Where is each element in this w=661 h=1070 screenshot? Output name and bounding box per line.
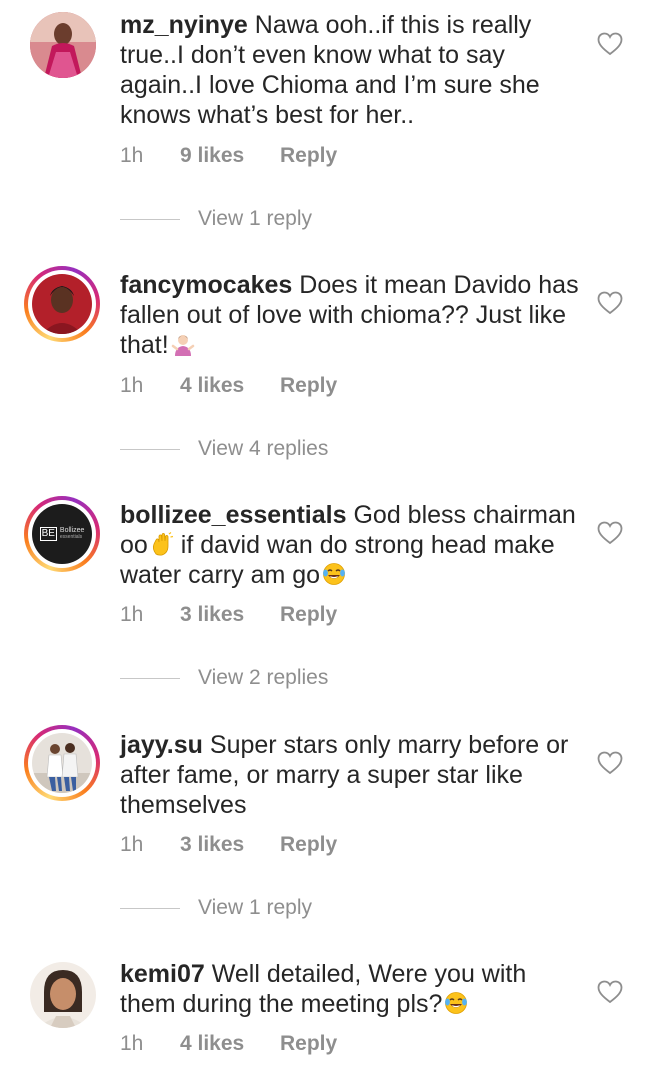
view-replies-label: View 1 reply (198, 207, 313, 230)
comment-username[interactable]: kemi07 (120, 960, 205, 988)
avatar-ring-gap (28, 729, 96, 797)
avatar-image (32, 733, 92, 793)
comment-likes[interactable]: 9 likes (180, 143, 280, 169)
comment-likes[interactable]: 3 likes (180, 602, 280, 628)
brand-sub: essentials (59, 534, 83, 540)
comment-username[interactable]: bollizee_essentials (120, 501, 347, 529)
view-replies-button[interactable]: View 4 replies (120, 434, 328, 464)
avatar-photo (32, 274, 92, 334)
comment-text: jayy.su Super stars only marry before or… (120, 730, 580, 820)
reply-button[interactable]: Reply (280, 602, 337, 628)
brand-logo-text: Bollizee essentials (60, 527, 85, 541)
comment-time: 1h (120, 144, 144, 167)
brand-logo: BE Bollizee essentials (39, 527, 85, 541)
avatar[interactable]: BE Bollizee essentials (24, 496, 100, 572)
comment-time: 1h (120, 603, 144, 626)
divider-line (120, 907, 180, 909)
comment-text: bollizee_essentials God bless chairman o… (120, 500, 580, 590)
comment-likes[interactable]: 4 likes (180, 1031, 280, 1057)
avatar-photo (30, 12, 96, 78)
avatar-image (32, 274, 92, 334)
comment-text: mz_nyinye Nawa ooh..if this is really tr… (120, 10, 580, 130)
comment-username[interactable]: jayy.su (120, 731, 203, 759)
heart-outline-icon[interactable] (597, 291, 623, 315)
view-replies-button[interactable]: View 1 reply (120, 204, 312, 234)
comment-meta: 1h 3 likes Reply (120, 602, 337, 628)
comment-meta: 1h 4 likes Reply (120, 373, 337, 399)
divider-line (120, 448, 180, 450)
view-replies-label: View 1 reply (198, 896, 313, 919)
reply-button[interactable]: Reply (280, 373, 337, 399)
comment-likes[interactable]: 4 likes (180, 373, 280, 399)
heart-outline-icon[interactable] (597, 751, 623, 775)
view-replies-button[interactable]: View 1 reply (120, 893, 312, 923)
comment-username[interactable]: fancymocakes (120, 271, 292, 299)
avatar[interactable] (30, 962, 96, 1028)
comment-username[interactable]: mz_nyinye (120, 11, 248, 39)
brand-name: Bollizee (59, 527, 85, 534)
comment-meta: 1h 3 likes Reply (120, 832, 337, 858)
comment-meta: 1h 9 likes Reply (120, 143, 337, 169)
avatar-image (30, 12, 96, 78)
view-replies-label: View 2 replies (198, 666, 329, 689)
reply-button[interactable]: Reply (280, 143, 337, 169)
avatar-photo (30, 962, 96, 1028)
face-with-tears-of-joy-icon (445, 992, 468, 1014)
view-replies-label: View 4 replies (198, 437, 329, 460)
avatar[interactable] (24, 725, 100, 801)
brand-logo-mark: BE (39, 527, 57, 541)
heart-outline-icon[interactable] (597, 521, 623, 545)
comment-time: 1h (120, 1032, 144, 1055)
reply-button[interactable]: Reply (280, 1031, 337, 1057)
avatar-ring-gap: BE Bollizee essentials (28, 500, 96, 568)
heart-outline-icon[interactable] (597, 32, 623, 56)
heart-outline-icon[interactable] (597, 980, 623, 1004)
waving-hand-icon (152, 532, 173, 556)
avatar[interactable] (24, 266, 100, 342)
avatar[interactable] (30, 12, 96, 78)
avatar-photo (32, 733, 92, 793)
comment-time: 1h (120, 833, 144, 856)
avatar-ring-gap (28, 270, 96, 338)
avatar-image (30, 962, 96, 1028)
divider-line (120, 218, 180, 220)
woman-shrugging-icon (171, 335, 194, 356)
view-replies-button[interactable]: View 2 replies (120, 663, 328, 693)
reply-button[interactable]: Reply (280, 832, 337, 858)
face-with-tears-of-joy-icon (323, 563, 345, 585)
comment-text: kemi07 Well detailed, Were you with them… (120, 959, 580, 1019)
avatar-image: BE Bollizee essentials (32, 504, 92, 564)
divider-line (120, 677, 180, 679)
comment-likes[interactable]: 3 likes (180, 832, 280, 858)
comment-text: fancymocakes Does it mean Davido has fal… (120, 270, 580, 360)
comment-meta: 1h 4 likes Reply (120, 1031, 337, 1057)
comment-time: 1h (120, 374, 144, 397)
